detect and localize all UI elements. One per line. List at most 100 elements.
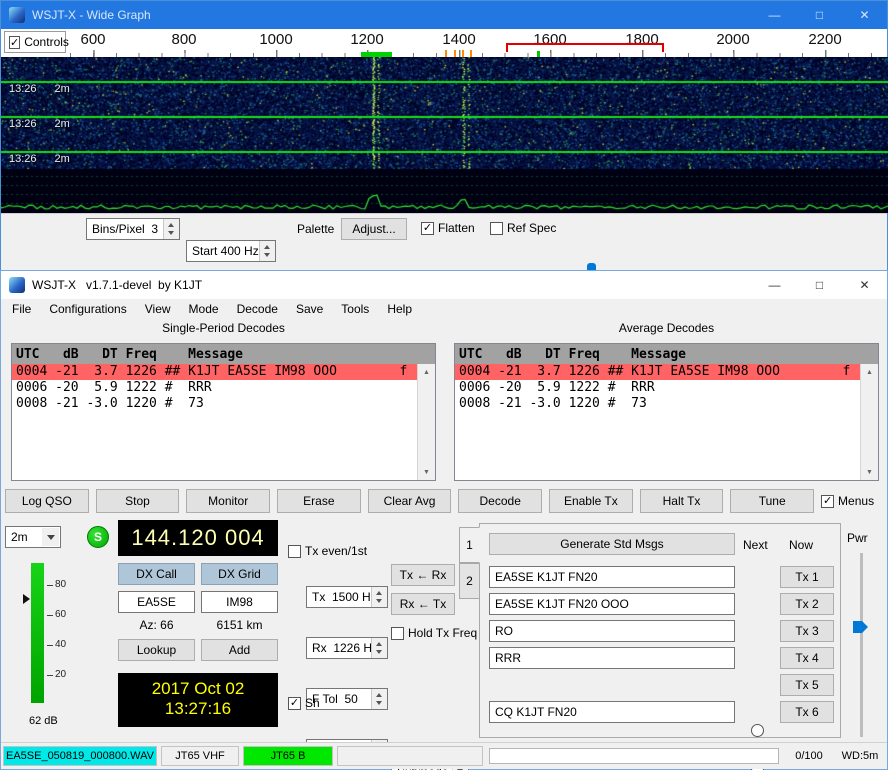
rig-status-indicator[interactable]: S [87,526,109,548]
scrollbar[interactable]: ▲ ▼ [860,364,878,480]
decode-row[interactable]: 0004 -21 3.7 1226 ## K1JT EA5SE IM98 OOO… [455,364,861,380]
tx6-now-button[interactable]: Tx 6 [780,701,834,723]
generate-std-msgs-button[interactable]: Generate Std Msgs [489,533,735,555]
chevron-down-icon[interactable] [42,528,59,546]
minimize-icon[interactable]: — [752,271,797,299]
tx3-now-button[interactable]: Tx 3 [780,620,834,642]
tx3-message-field[interactable]: RO [489,620,735,642]
menus-checkbox[interactable]: ✓ Menus [821,489,883,513]
decode-row[interactable]: 0004 -21 3.7 1226 ## K1JT EA5SE IM98 OOO… [12,364,418,380]
tab-2[interactable]: 2 [459,563,480,599]
checkbox-check-icon: ✓ [821,495,834,508]
controls-checkbox[interactable]: ✓ Controls [4,31,66,53]
tab-1[interactable]: 1 [459,527,480,563]
minimize-icon[interactable]: — [752,1,797,29]
enable-tx-button[interactable]: Enable Tx [549,489,633,513]
menu-configurations[interactable]: Configurations [40,299,135,319]
scroll-down-icon[interactable]: ▼ [418,464,435,480]
wide-graph-titlebar[interactable]: WSJT-X - Wide Graph — □ ✕ [1,1,887,29]
erase-button[interactable]: Erase [277,489,361,513]
start-freq-spinner[interactable]: Start 400 Hz [186,240,276,262]
tx2-message-field[interactable]: EA5SE K1JT FN20 OOO [489,593,735,615]
close-icon[interactable]: ✕ [842,1,887,29]
app-icon [9,277,25,293]
scroll-up-icon[interactable]: ▲ [861,364,878,380]
frequency-scale[interactable]: ✓ Controls 600 800 1000 1200 1400 1600 1… [1,29,887,57]
ref-spec-checkbox[interactable]: Ref Spec [490,221,556,235]
wide-graph-window: WSJT-X - Wide Graph — □ ✕ ✓ Controls 600… [0,0,888,270]
scroll-up-icon[interactable]: ▲ [418,364,435,380]
menu-save[interactable]: Save [287,299,332,319]
palette-label: Palette [297,222,334,236]
decode-row[interactable]: 0008 -21 -3.0 1220 # 73 [455,396,861,412]
decode-button[interactable]: Decode [458,489,542,513]
clear-avg-button[interactable]: Clear Avg [368,489,452,513]
signal-tick [445,50,447,57]
spinner-arrows-icon[interactable] [371,689,387,709]
maximize-icon[interactable]: □ [797,271,842,299]
scroll-down-icon[interactable]: ▼ [861,464,878,480]
spinner-arrows-icon[interactable] [371,638,387,658]
decode-row[interactable]: 0006 -20 5.9 1222 # RRR [12,380,418,396]
main-titlebar[interactable]: WSJT-X v1.7.1-devel by K1JT — □ ✕ [1,271,887,299]
tx1-message-field[interactable]: EA5SE K1JT FN20 [489,566,735,588]
decode-list[interactable]: 0004 -21 3.7 1226 ## K1JT EA5SE IM98 OOO… [12,364,418,480]
menu-help[interactable]: Help [378,299,421,319]
dx-call-button[interactable]: DX Call [118,563,195,585]
dx-grid-field[interactable]: IM98 [201,591,278,613]
stop-button[interactable]: Stop [96,489,180,513]
menu-view[interactable]: View [136,299,180,319]
spinner-arrows-icon[interactable] [163,219,179,239]
menu-tools[interactable]: Tools [332,299,378,319]
dx-call-field[interactable]: EA5SE [118,591,195,613]
tx2-now-button[interactable]: Tx 2 [780,593,834,615]
tx1-next-radio[interactable] [751,724,764,737]
dx-grid-button[interactable]: DX Grid [201,563,278,585]
pwr-slider-handle[interactable] [853,621,868,633]
tx6-message-field[interactable]: CQ K1JT FN20 [489,701,735,723]
decode-row[interactable]: 0008 -21 -3.0 1220 # 73 [12,396,418,412]
mode-badge: JT65 B [243,746,333,766]
tx1-now-button[interactable]: Tx 1 [780,566,834,588]
bins-per-pixel-spinner[interactable]: Bins/Pixel 3 [86,218,180,240]
pwr-slider[interactable] [860,553,863,737]
tx4-message-field[interactable]: RRR [489,647,735,669]
menu-file[interactable]: File [3,299,40,319]
spinner-arrows-icon[interactable] [259,241,275,261]
checkbox-box-icon [490,222,503,235]
add-button[interactable]: Add [201,639,278,661]
checkbox-check-icon: ✓ [9,36,20,49]
monitor-button[interactable]: Monitor [186,489,270,513]
decode-range-bracket[interactable] [506,43,664,52]
close-icon[interactable]: ✕ [842,271,887,299]
menu-decode[interactable]: Decode [228,299,287,319]
halt-tx-button[interactable]: Halt Tx [640,489,724,513]
lookup-button[interactable]: Lookup [118,639,195,661]
maximize-icon[interactable]: □ [797,1,842,29]
decode-list[interactable]: 0004 -21 3.7 1226 ## K1JT EA5SE IM98 OOO… [455,364,861,480]
adjust-palette-button[interactable]: Adjust... [341,218,407,240]
tx-freq-spinner[interactable]: Tx 1500 Hz [306,586,388,608]
hold-tx-freq-checkbox[interactable]: Hold Tx Freq [391,626,477,640]
spinner-arrows-icon[interactable] [371,587,387,607]
waterfall-canvas[interactable] [1,57,888,213]
log-qso-button[interactable]: Log QSO [5,489,89,513]
sh-checkbox[interactable]: ✓ Sh [288,696,320,710]
empty-status-section [337,746,483,766]
scrollbar[interactable]: ▲ ▼ [417,364,435,480]
signal-tick [470,50,472,57]
tx-even-checkbox[interactable]: Tx even/1st [288,544,367,558]
average-title: Average Decodes [448,321,885,335]
tx5-now-button[interactable]: Tx 5 [780,674,834,696]
flatten-checkbox[interactable]: ✓ Flatten [421,221,475,235]
distance-label: 6151 km [201,618,278,632]
tx4-now-button[interactable]: Tx 4 [780,647,834,669]
tx-from-rx-button[interactable]: Tx ← Rx [391,564,455,586]
menu-mode[interactable]: Mode [180,299,228,319]
rx-from-tx-button[interactable]: Rx ← Tx [391,593,455,615]
rx-freq-spinner[interactable]: Rx 1226 Hz [306,637,388,659]
decode-row[interactable]: 0006 -20 5.9 1222 # RRR [455,380,861,396]
tune-button[interactable]: Tune [730,489,814,513]
azimuth-label: Az: 66 [118,618,195,632]
band-combo[interactable]: 2m [5,526,61,548]
